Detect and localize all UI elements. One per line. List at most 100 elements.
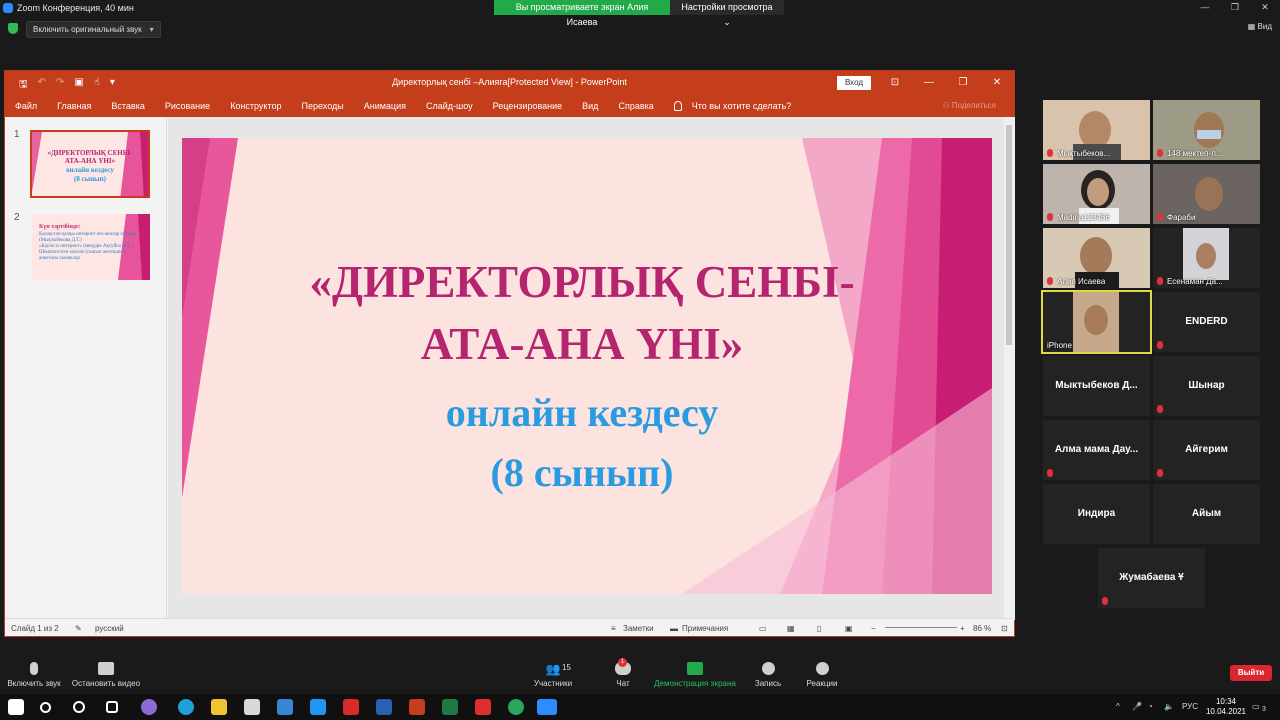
view-settings-button[interactable]: Настройки просмотра ⌄ (670, 0, 784, 27)
notifications-icon[interactable]: ▭ (1252, 702, 1260, 711)
muted-mic-icon (1157, 341, 1163, 349)
login-button[interactable]: Вход (837, 76, 871, 90)
cortana-icon[interactable] (73, 701, 85, 713)
participant-tile[interactable]: Мықтыбеков... (1043, 100, 1150, 160)
reading-view-icon[interactable]: ▯ (817, 624, 821, 633)
slide-thumbnail-2[interactable]: Күн тәртібінде: Қазақстан қалқы интернет… (32, 214, 150, 280)
stop-video-label: Остановить видео (71, 679, 141, 688)
zoom-level[interactable]: 86 % (973, 624, 991, 633)
ppt-statusbar: Слайд 1 из 2 ✎ русский ≡ Заметки ▬ Приме… (5, 618, 1014, 636)
current-slide[interactable]: «ДИРЕКТОРЛЫҚ СЕНБІ- АТА-АНА ҮНІ» онлайн … (182, 138, 992, 594)
participant-tile[interactable]: Шынар (1153, 356, 1260, 416)
view-button[interactable]: ▦ Вид (1248, 22, 1272, 31)
tab-design[interactable]: Конструктор (230, 101, 281, 111)
participant-tile[interactable]: Индира (1043, 484, 1150, 544)
ppt-close-icon[interactable]: ✕ (980, 71, 1014, 95)
powerpoint-icon[interactable] (409, 699, 425, 715)
tray-chevron-icon[interactable]: ^ (1116, 702, 1120, 711)
participant-tile[interactable]: ENDERD (1153, 292, 1260, 352)
stop-video-button[interactable]: Остановить видео (66, 662, 146, 688)
zoom-in-icon[interactable]: + (960, 624, 965, 633)
wifi-icon[interactable]: ◔ (1148, 702, 1153, 711)
notes-button[interactable]: Заметки (623, 624, 654, 633)
tab-home[interactable]: Главная (57, 101, 91, 111)
close-icon[interactable]: ✕ (1250, 0, 1280, 15)
mail-icon[interactable] (277, 699, 293, 715)
tab-file[interactable]: Файл (15, 101, 37, 111)
zoom-slider[interactable] (885, 627, 957, 628)
edge-icon[interactable] (178, 699, 194, 715)
word-icon[interactable] (376, 699, 392, 715)
mcafee-icon[interactable] (343, 699, 359, 715)
app-l-icon[interactable] (310, 699, 326, 715)
zoom-out-icon[interactable]: − (871, 624, 876, 633)
minimize-icon[interactable]: — (1190, 0, 1220, 15)
tab-insert[interactable]: Вставка (111, 101, 144, 111)
chat-button[interactable]: 1 Чат (608, 658, 638, 688)
task-view-icon[interactable] (106, 701, 118, 713)
slide-sorter-icon[interactable]: ▦ (787, 624, 795, 633)
tab-draw[interactable]: Рисование (165, 101, 210, 111)
participants-icon-wrap: 👥 15 (528, 662, 578, 679)
maximize-icon[interactable]: ❐ (1220, 0, 1250, 15)
share-banner: Вы просматриваете экран Алия Исаева Наст… (494, 0, 784, 27)
tell-me-search[interactable]: Что вы хотите сделать? (692, 101, 792, 111)
share-screen-icon (687, 662, 703, 675)
fit-slide-icon[interactable]: ⊡ (1001, 624, 1008, 633)
leave-button[interactable]: Выйти (1230, 665, 1272, 681)
original-sound-button[interactable]: Включить оригинальный звук ▾ (26, 21, 161, 38)
ppt-minimize-icon[interactable]: — (912, 71, 946, 95)
participant-tile[interactable]: Фараби (1153, 164, 1260, 224)
muted-mic-icon (1157, 277, 1163, 285)
system-clock[interactable]: 10:34 10.04.2021 (1206, 697, 1246, 717)
participants-button[interactable]: 👥 15 Участники (528, 662, 578, 688)
input-language[interactable]: РУС (1182, 702, 1198, 711)
participant-name: Жумабаева Ұ (1119, 572, 1184, 583)
volume-icon[interactable]: 🔈 (1164, 702, 1174, 711)
yandex-icon[interactable] (475, 699, 491, 715)
record-button[interactable]: Запись (750, 662, 786, 688)
ppt-restore-icon[interactable]: ❐ (946, 71, 980, 95)
reactions-button[interactable]: Реакции (802, 662, 842, 688)
tab-help[interactable]: Справка (618, 101, 653, 111)
comments-button[interactable]: Примечания (682, 624, 728, 633)
participant-tile[interactable]: Мыктыбеков Д... (1043, 356, 1150, 416)
participant-tile[interactable]: 148 мектеп-л... (1153, 100, 1260, 160)
participant-name: Madina123456 (1057, 213, 1110, 222)
ribbon-display-icon[interactable]: ⊡ (878, 71, 912, 95)
share-button[interactable]: ⚇ Поделиться (942, 101, 996, 110)
mic-tray-icon[interactable]: 🎤 (1132, 702, 1142, 711)
security-shield-icon[interactable] (8, 23, 18, 34)
tab-view[interactable]: Вид (582, 101, 598, 111)
participant-tile[interactable]: Айым (1153, 484, 1260, 544)
participant-tile[interactable]: Алма мама Дау... (1043, 420, 1150, 480)
file-explorer-icon[interactable] (211, 699, 227, 715)
participant-tile[interactable]: Жумабаева Ұ (1098, 548, 1205, 608)
share-screen-button[interactable]: Демонстрация экрана (650, 662, 740, 688)
participant-tile[interactable]: Есенаман Да... (1153, 228, 1260, 288)
tab-transitions[interactable]: Переходы (302, 101, 344, 111)
participant-tile[interactable]: Алия Исаева (1043, 228, 1150, 288)
store-icon[interactable] (244, 699, 260, 715)
slideshow-view-icon[interactable]: ▣ (845, 624, 853, 633)
windows-start-icon[interactable] (8, 699, 24, 715)
app-icon[interactable] (141, 699, 157, 715)
participant-tile[interactable]: Madina123456 (1043, 164, 1150, 224)
normal-view-icon[interactable]: ▭ (759, 624, 767, 633)
zoom-taskbar-icon[interactable] (537, 699, 557, 715)
tab-animations[interactable]: Анимация (364, 101, 406, 111)
slide-thumbnail-1[interactable]: «ДИРЕКТОРЛЫҚ СЕНБІ- АТА-АНА ҮНІ» онлайн … (30, 130, 150, 198)
vertical-scrollbar[interactable] (1004, 117, 1015, 620)
scroll-thumb[interactable] (1006, 125, 1012, 345)
participant-tile-active-speaker[interactable]: iPhone (1041, 290, 1152, 354)
spellcheck-icon[interactable]: ✎ (75, 624, 82, 633)
participant-name: Шынар (1188, 380, 1225, 391)
participant-tile[interactable]: Айгерим (1153, 420, 1260, 480)
excel-icon[interactable] (442, 699, 458, 715)
language-label[interactable]: русский (95, 624, 124, 633)
unmute-button[interactable]: Включить звук (4, 662, 64, 688)
tab-slideshow[interactable]: Слайд-шоу (426, 101, 473, 111)
search-icon[interactable] (40, 702, 51, 713)
tab-review[interactable]: Рецензирование (493, 101, 563, 111)
chrome-icon[interactable] (508, 699, 524, 715)
